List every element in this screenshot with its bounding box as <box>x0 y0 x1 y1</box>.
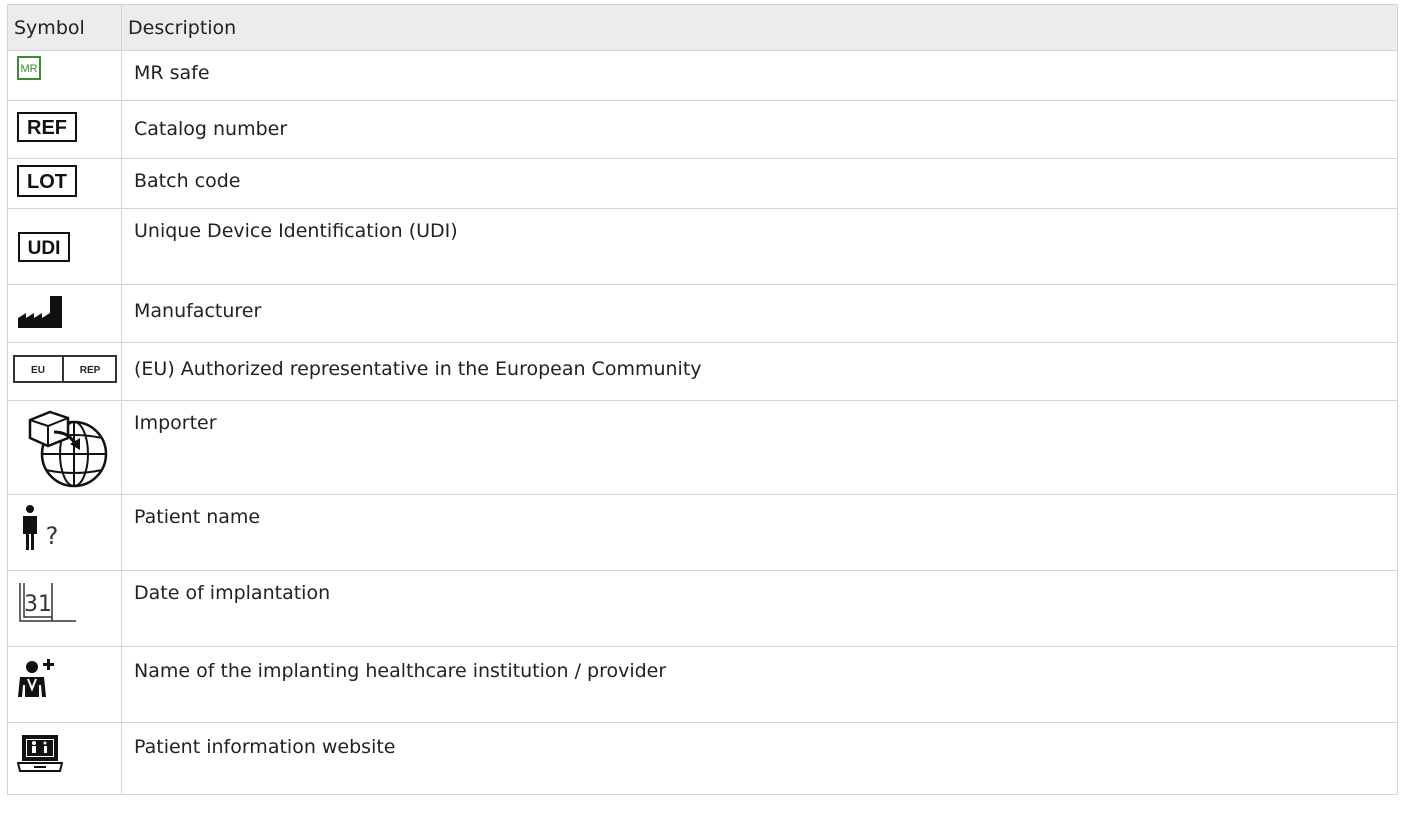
description-cell: Manufacturer <box>121 284 1398 343</box>
description-cell: MR safe <box>121 50 1398 101</box>
table-row: Importer <box>7 400 1398 495</box>
symbol-cell <box>7 400 122 495</box>
description-cell: Catalog number <box>121 100 1398 159</box>
mr-safe-icon: MR <box>17 56 41 80</box>
svg-text:?: ? <box>46 522 59 550</box>
svg-text:REP: REP <box>80 365 101 376</box>
table-row: Name of the implanting healthcare instit… <box>7 646 1398 723</box>
header-description: Description <box>121 4 1398 51</box>
symbol-cell: EU REP <box>7 342 122 401</box>
symbol-cell <box>7 284 122 343</box>
header-symbol: Symbol <box>7 4 122 51</box>
eu-rep-icon: EU REP <box>13 355 117 383</box>
table-row: UDI Unique Device Identification (UDI) <box>7 208 1398 285</box>
date-calendar-icon: 31 <box>19 583 76 622</box>
header-row: Symbol Description <box>7 4 1398 51</box>
symbols-table: Symbol Description MR MR safe REF Catalo… <box>7 4 1398 795</box>
symbol-cell: REF <box>7 100 122 159</box>
lot-batch-icon: LOT <box>17 165 77 197</box>
description-cell: Importer <box>121 400 1398 495</box>
table-row: REF Catalog number <box>7 100 1398 159</box>
healthcare-institution-icon <box>18 659 54 697</box>
symbol-cell <box>7 646 122 723</box>
ref-catalog-icon: REF <box>17 112 77 142</box>
patient-name-icon: ? <box>23 505 59 550</box>
table-row: MR MR safe <box>7 50 1398 101</box>
symbol-cell: LOT <box>7 158 122 209</box>
svg-text:MR: MR <box>20 63 37 75</box>
symbol-cell: MR <box>7 50 122 101</box>
symbol-cell: 31 <box>7 570 122 647</box>
table-row: Patient information website <box>7 722 1398 795</box>
svg-text:REF: REF <box>27 117 67 139</box>
description-cell: (EU) Authorized representative in the Eu… <box>121 342 1398 401</box>
table-row: ? Patient name <box>7 494 1398 571</box>
udi-icon: UDI <box>18 232 70 262</box>
table-row: EU REP (EU) Authorized representative in… <box>7 342 1398 401</box>
table-row: Manufacturer <box>7 284 1398 343</box>
patient-info-website-icon <box>17 735 63 772</box>
symbol-cell: ? <box>7 494 122 571</box>
table-row: LOT Batch code <box>7 158 1398 209</box>
description-cell: Batch code <box>121 158 1398 209</box>
svg-text:LOT: LOT <box>27 171 67 193</box>
description-cell: Unique Device Identification (UDI) <box>121 208 1398 285</box>
svg-text:EU: EU <box>31 365 45 376</box>
table-row: 31 Date of implantation <box>7 570 1398 647</box>
description-cell: Name of the implanting healthcare instit… <box>121 646 1398 723</box>
symbol-cell <box>7 722 122 795</box>
manufacturer-factory-icon <box>18 296 62 328</box>
svg-text:31: 31 <box>24 592 52 617</box>
description-cell: Patient information website <box>121 722 1398 795</box>
description-cell: Date of implantation <box>121 570 1398 647</box>
symbol-cell: UDI <box>7 208 122 285</box>
description-cell: Patient name <box>121 494 1398 571</box>
importer-globe-box-icon <box>28 410 108 488</box>
svg-text:UDI: UDI <box>28 238 61 259</box>
